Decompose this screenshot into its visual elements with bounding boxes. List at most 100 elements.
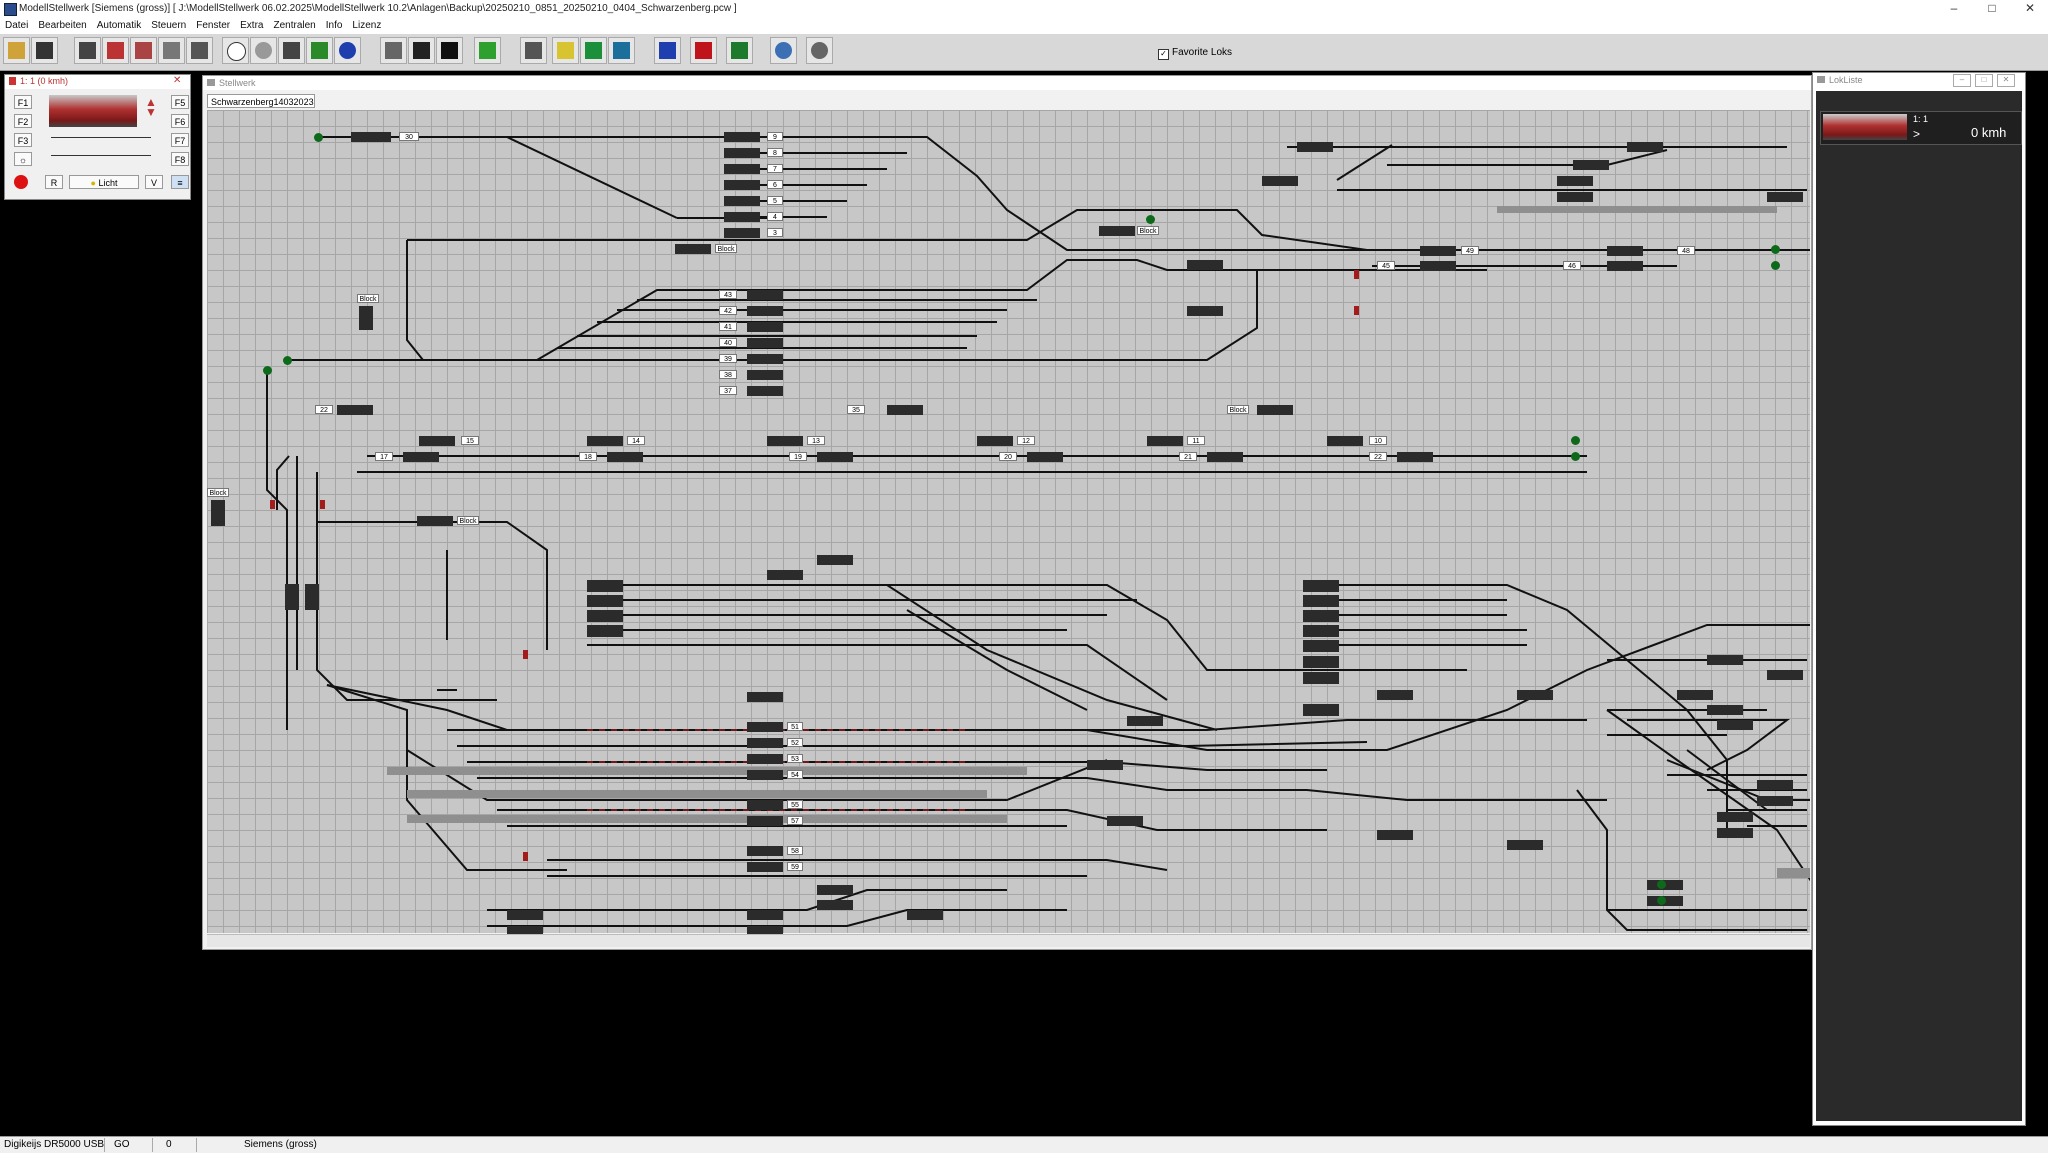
block[interactable] <box>1557 176 1593 186</box>
turntable-button[interactable] <box>250 37 277 64</box>
speed-slider-track[interactable] <box>51 137 151 138</box>
block-41[interactable] <box>747 322 783 332</box>
block-9[interactable] <box>724 132 760 142</box>
restore-icon[interactable]: □ <box>1975 74 1993 87</box>
block[interactable] <box>1262 176 1298 186</box>
light-button[interactable]: ● Licht <box>69 175 139 189</box>
block-50[interactable] <box>1187 260 1223 270</box>
control-red-button[interactable] <box>690 37 717 64</box>
signal-button[interactable] <box>408 37 435 64</box>
block-65[interactable] <box>1127 716 1163 726</box>
block[interactable] <box>1257 405 1293 415</box>
block-80[interactable] <box>1303 640 1339 652</box>
block-81[interactable] <box>1303 656 1339 668</box>
f7-button[interactable]: F7 <box>171 133 189 147</box>
horizontal-scrollbar[interactable] <box>207 934 1810 947</box>
block-98[interactable] <box>1757 780 1793 790</box>
block-53[interactable] <box>747 754 783 764</box>
block-86[interactable] <box>1377 830 1413 840</box>
block-91[interactable] <box>1707 655 1743 665</box>
close-button[interactable]: ✕ <box>2010 0 2048 18</box>
signal-icon[interactable] <box>1354 270 1359 279</box>
block-78[interactable] <box>1303 610 1339 622</box>
block-17[interactable] <box>403 452 439 462</box>
block-45[interactable] <box>1420 261 1456 271</box>
f2-button[interactable]: F2 <box>14 114 32 128</box>
block-vertical[interactable] <box>305 584 319 610</box>
block-62[interactable] <box>1107 816 1143 826</box>
block-22[interactable] <box>337 405 373 415</box>
block-59[interactable] <box>747 862 783 872</box>
f3-button[interactable]: F3 <box>14 133 32 147</box>
menu-steuern[interactable]: Steuern <box>146 18 191 31</box>
signal-icon[interactable] <box>320 500 325 509</box>
block[interactable] <box>1099 226 1135 236</box>
block[interactable] <box>587 610 623 622</box>
menu-datei[interactable]: Datei <box>0 18 33 31</box>
block-40[interactable] <box>747 338 783 348</box>
block-42[interactable] <box>747 306 783 316</box>
sound-button[interactable] <box>278 37 305 64</box>
favorite-loks-checkbox[interactable]: ✓ Favorite Loks <box>1158 47 1232 60</box>
block-101[interactable] <box>1717 828 1753 838</box>
block-39[interactable] <box>747 354 783 364</box>
menu-extra[interactable]: Extra <box>235 18 268 31</box>
block-46[interactable] <box>1607 261 1643 271</box>
route-button[interactable] <box>552 37 579 64</box>
open-button[interactable] <box>3 37 30 64</box>
block-14[interactable] <box>587 436 623 446</box>
block-7[interactable] <box>724 164 760 174</box>
block-vertical[interactable] <box>211 500 225 526</box>
signal-icon[interactable] <box>523 650 528 659</box>
minimize-icon[interactable]: – <box>1953 74 1971 87</box>
options-button[interactable] <box>806 37 833 64</box>
block-92[interactable] <box>1677 690 1713 700</box>
block-11[interactable] <box>1147 436 1183 446</box>
menu-bearbeiten[interactable]: Bearbeiten <box>33 18 91 31</box>
close-icon[interactable]: ✕ <box>173 75 181 86</box>
block-54[interactable] <box>747 770 783 780</box>
block[interactable] <box>1767 192 1803 202</box>
panel-button[interactable] <box>186 37 213 64</box>
block-21[interactable] <box>1207 452 1243 462</box>
menu-fenster[interactable]: Fenster <box>191 18 235 31</box>
block-79[interactable] <box>1303 625 1339 637</box>
control-blue-button[interactable] <box>654 37 681 64</box>
signal-icon[interactable] <box>270 500 275 509</box>
menu-zentralen[interactable]: Zentralen <box>268 18 320 31</box>
block-99[interactable] <box>1757 796 1793 806</box>
block-3[interactable] <box>724 228 760 238</box>
block-52[interactable] <box>747 738 783 748</box>
control-green-button[interactable] <box>726 37 753 64</box>
block-37[interactable] <box>747 386 783 396</box>
block[interactable] <box>675 244 711 254</box>
block-44[interactable] <box>1187 306 1223 316</box>
wagon-button[interactable] <box>158 37 185 64</box>
block-10[interactable] <box>1327 436 1363 446</box>
search-button[interactable] <box>770 37 797 64</box>
block-5[interactable] <box>724 196 760 206</box>
minimize-button[interactable]: – <box>1934 0 1974 18</box>
stop-icon[interactable] <box>14 175 28 189</box>
f8-button[interactable]: F8 <box>171 152 189 166</box>
block-20[interactable] <box>1027 452 1063 462</box>
table-button[interactable] <box>580 37 607 64</box>
menu-icon[interactable]: ≡ <box>171 175 189 189</box>
block-90[interactable] <box>1517 690 1553 700</box>
f6-button[interactable]: F6 <box>171 114 189 128</box>
train-button[interactable] <box>130 37 157 64</box>
f1-button[interactable]: F1 <box>14 95 32 109</box>
block-55[interactable] <box>747 800 783 810</box>
block-77[interactable] <box>1303 595 1339 607</box>
block-vertical[interactable] <box>285 584 299 610</box>
block-94[interactable] <box>1717 720 1753 730</box>
block-38[interactable] <box>747 370 783 380</box>
signal-icon[interactable] <box>523 852 528 861</box>
block-60[interactable] <box>1087 760 1123 770</box>
block-6[interactable] <box>724 180 760 190</box>
block-13[interactable] <box>767 436 803 446</box>
block[interactable] <box>1573 160 1609 170</box>
block-22b[interactable] <box>1397 452 1433 462</box>
maximize-button[interactable]: □ <box>1972 0 2012 18</box>
block-88[interactable] <box>1507 840 1543 850</box>
